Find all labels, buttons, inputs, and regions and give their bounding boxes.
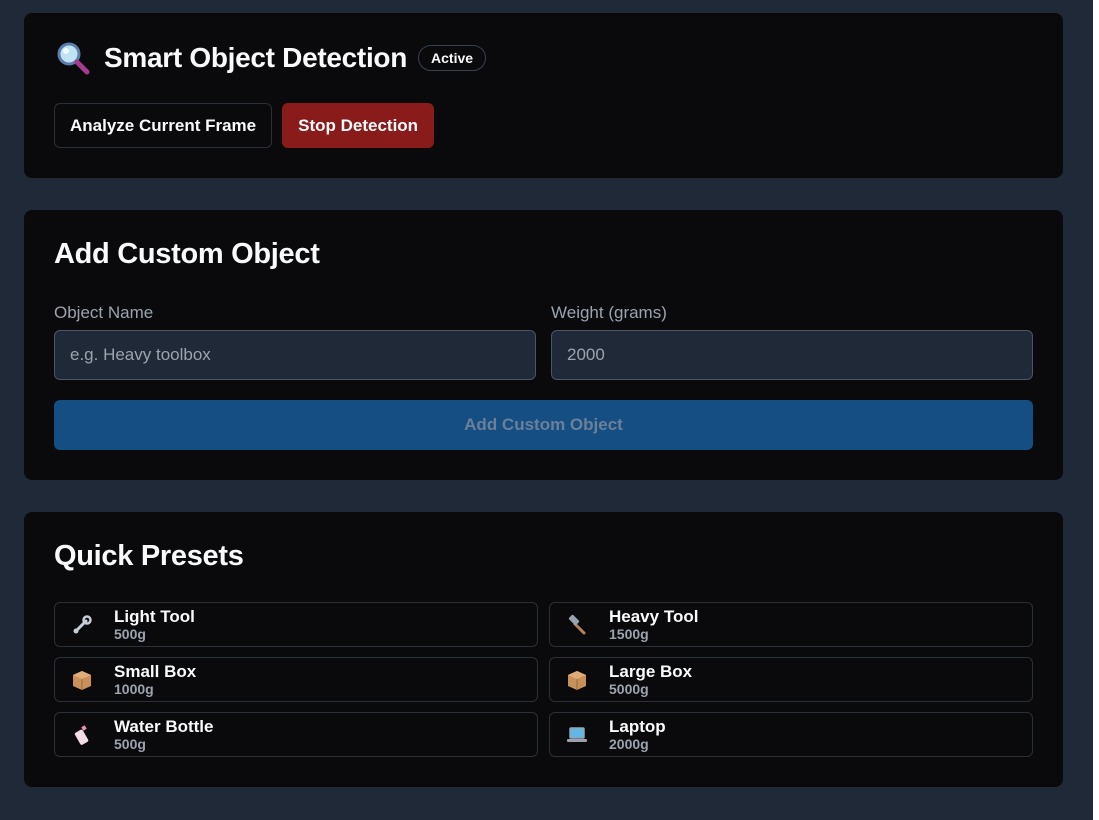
- hammer-icon: [566, 614, 588, 636]
- bottle-icon: [71, 724, 93, 746]
- magnifying-glass-icon: [56, 41, 90, 75]
- preset-large-box[interactable]: Large Box 5000g: [549, 657, 1033, 702]
- quick-presets-title: Quick Presets: [54, 540, 244, 572]
- object-name-label: Object Name: [54, 303, 154, 322]
- weight-label: Weight (grams): [551, 303, 667, 322]
- scrollbar[interactable]: [1093, 0, 1099, 820]
- preset-name: Light Tool: [114, 606, 195, 626]
- preset-light-tool[interactable]: Light Tool 500g: [54, 602, 538, 647]
- analyze-frame-button[interactable]: Analyze Current Frame: [54, 103, 273, 148]
- laptop-icon: [566, 724, 588, 746]
- preset-small-box[interactable]: Small Box 1000g: [54, 657, 538, 702]
- box-icon: [566, 669, 588, 691]
- preset-weight: 500g: [114, 735, 146, 752]
- custom-object-title: Add Custom Object: [54, 238, 320, 270]
- object-name-input[interactable]: e.g. Heavy toolbox: [54, 330, 536, 380]
- weight-input[interactable]: 2000: [551, 330, 1033, 380]
- preset-name: Large Box: [609, 661, 693, 681]
- preset-name: Laptop: [609, 716, 666, 736]
- add-custom-object-button[interactable]: Add Custom Object: [54, 400, 1033, 450]
- preset-weight: 500g: [114, 625, 146, 642]
- preset-weight: 2000g: [609, 735, 649, 752]
- box-icon: [71, 669, 93, 691]
- preset-name: Water Bottle: [114, 716, 214, 736]
- detection-actions: Analyze Current Frame Stop Detection: [54, 103, 435, 148]
- detection-header: Smart Object Detection Active: [56, 41, 487, 75]
- preset-weight: 1500g: [609, 625, 649, 642]
- preset-name: Heavy Tool: [609, 606, 699, 626]
- detection-card: Smart Object Detection Active Analyze Cu…: [24, 13, 1063, 178]
- stop-detection-button[interactable]: Stop Detection: [282, 103, 435, 148]
- custom-object-card: Add Custom Object Object Name e.g. Heavy…: [24, 210, 1063, 480]
- preset-grid: Light Tool 500g Heavy Tool 1500g Small B…: [54, 602, 1033, 757]
- preset-laptop[interactable]: Laptop 2000g: [549, 712, 1033, 757]
- preset-weight: 5000g: [609, 680, 649, 697]
- page-title: Smart Object Detection: [104, 42, 408, 73]
- quick-presets-card: Quick Presets Light Tool 500g Heavy Tool…: [24, 512, 1063, 787]
- preset-name: Small Box: [114, 661, 197, 681]
- status-badge: Active: [418, 45, 487, 71]
- preset-water-bottle[interactable]: Water Bottle 500g: [54, 712, 538, 757]
- preset-heavy-tool[interactable]: Heavy Tool 1500g: [549, 602, 1033, 647]
- wrench-icon: [71, 614, 93, 636]
- preset-weight: 1000g: [114, 680, 154, 697]
